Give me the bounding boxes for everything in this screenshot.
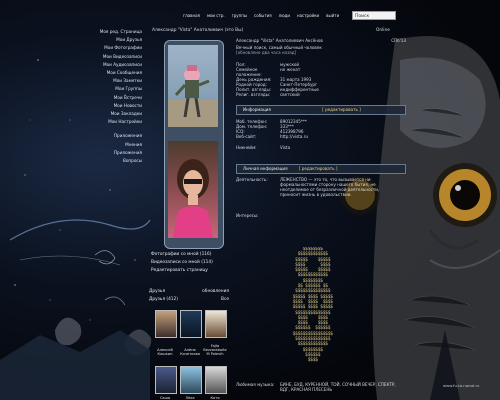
music-label: Любимая музыка:	[236, 382, 275, 387]
footer-watermark: www.fu-ta.narod.ru	[443, 383, 480, 388]
videos-with-me-link[interactable]: Видеозаписи со мной (114)	[151, 259, 213, 267]
sidebar-item-audio[interactable]: Мои Аудиозаписи	[90, 61, 142, 69]
nav-events[interactable]: события	[254, 13, 272, 18]
sidebar-item-meetings[interactable]: Мои Встречи	[90, 94, 142, 102]
info-label: Никнейм:	[236, 145, 257, 150]
info-value: Vista	[280, 145, 291, 150]
nav-settings[interactable]: настройки	[297, 13, 319, 18]
sidebar-item-photos[interactable]: Мои Фотографии	[90, 44, 142, 52]
personal-info-title: Личная информация	[243, 166, 288, 171]
nav-groups[interactable]: группы	[232, 13, 247, 18]
sidebar-item-messages[interactable]: Мои Сообщения	[90, 69, 142, 77]
profile-header-name: Александр "Vista" Анатолиевич (это Вы)	[152, 28, 244, 33]
profile-status-updated: [обновлено два часа назад]	[236, 50, 297, 55]
friend-name[interactable]: Катя	[202, 396, 228, 400]
sidebar-item-apps-2[interactable]: Приложения	[90, 149, 142, 157]
friend-name[interactable]: Лёха	[177, 396, 203, 400]
nav-people[interactable]: люди	[279, 13, 290, 18]
friends-all-link[interactable]: Все	[221, 297, 229, 302]
info-value: не женат	[280, 67, 301, 72]
friend-name[interactable]: Fajla Bezzaraboite M Polevih	[202, 344, 228, 356]
contact-info-title: Информация	[243, 107, 271, 112]
friend-name[interactable]: Алёна Кочеткова	[177, 348, 203, 356]
activity-text: ЛЕЖЕНСТВО — это то, что вызывается ни фо…	[280, 177, 380, 197]
nav-logout[interactable]: выйти	[326, 13, 339, 18]
sidebar-item-apps[interactable]: Приложения	[90, 132, 142, 140]
contact-info-header: Информация [ редактировать ]	[236, 105, 406, 115]
personal-info-header: Личная информация [ редактировать ]	[236, 164, 406, 174]
friend-avatar[interactable]	[205, 366, 227, 394]
friends-header: Друзья обновления Друзья (412) Все	[149, 289, 229, 302]
activity-label: Деятельность:	[236, 177, 268, 182]
sidebar-item-settings[interactable]: Мои Настройки	[90, 118, 142, 126]
friends-updates-link[interactable]: обновления	[202, 289, 229, 294]
profile-name: Александр "Vista" Анатолиевич Аксёнов	[236, 38, 323, 43]
friend-name[interactable]: Алексей Кошкин	[152, 348, 178, 356]
sidebar-item-news[interactable]: Мои Новости	[90, 102, 142, 110]
profile-photo-1[interactable]	[168, 45, 218, 127]
music-text: БИНЕ, БУД, КУРЕННОЙ, ТОЙ, СОЧНЫЙ ВЕЧЕР, …	[280, 382, 396, 392]
nav-my-page[interactable]: мои стр.	[207, 13, 225, 18]
friend-avatar[interactable]	[155, 310, 177, 338]
music-info: Любимая музыка: БИНЕ, БУД, КУРЕННОЙ, ТОЙ…	[236, 382, 406, 392]
friend-avatar[interactable]	[180, 310, 202, 338]
profile-links: Фотографии со мной (116) Видеозаписи со …	[151, 251, 213, 275]
sidebar-item-friends[interactable]: Мои Друзья	[90, 36, 142, 44]
edit-contact-link[interactable]: [ редактировать ]	[322, 107, 361, 112]
sidebar-menu: Моя ред. Страница Мои Друзья Мои Фотогра…	[90, 28, 142, 165]
sidebar-item-bookmarks[interactable]: Мои Закладки	[90, 110, 142, 118]
top-nav: главная мои стр. группы события люди нас…	[183, 13, 339, 18]
nav-home[interactable]: главная	[183, 13, 200, 18]
sidebar-item-my-page[interactable]: Моя ред. Страница	[90, 28, 142, 36]
friend-name[interactable]: Саша	[152, 396, 178, 400]
contact-info: Моб. телефон: 89012345*** Дом. телефон: 33…	[236, 119, 406, 150]
sidebar-item-questions[interactable]: Вопросы	[90, 157, 142, 165]
friends-title[interactable]: Друзья	[149, 289, 165, 294]
interests-ascii-art: $$$$$$$$ $$$$$$$$$$$$ $$$$$ $$$$$ $$$$ $…	[292, 247, 334, 364]
friend-avatar[interactable]	[155, 366, 177, 394]
info-label: Веб-сайт:	[236, 134, 257, 139]
profile-photo-2[interactable]	[168, 141, 218, 238]
sidebar-item-groups[interactable]: Мои Группы	[90, 85, 142, 93]
interests-label: Интересы:	[236, 213, 259, 218]
edit-personal-link[interactable]: [ редактировать ]	[299, 166, 338, 171]
basic-info: Пол: мужской Семейное положение: не женат …	[236, 62, 406, 97]
website-link[interactable]: http://vista.ru	[280, 134, 308, 139]
info-label: Религ. взгляды:	[236, 92, 271, 97]
sidebar-item-videos[interactable]: Мои Видеозаписи	[90, 53, 142, 61]
info-value[interactable]: светский	[280, 92, 300, 97]
online-status: Online	[376, 28, 390, 33]
profile-rank: СПб'13	[391, 38, 406, 43]
photos-with-me-link[interactable]: Фотографии со мной (116)	[151, 251, 213, 259]
friend-avatar[interactable]	[205, 310, 227, 338]
profile-info: Александр "Vista" Анатолиевич Аксёнов СП…	[236, 38, 406, 218]
edit-page-link[interactable]: Редактировать страницу	[151, 267, 213, 275]
sidebar-item-notes[interactable]: Мои Заметки	[90, 77, 142, 85]
search-input[interactable]: Поиск	[352, 11, 396, 20]
friends-count[interactable]: Друзья (412)	[149, 297, 178, 302]
info-label: Семейное положение:	[236, 67, 262, 77]
sidebar-item-opinions[interactable]: Мнения	[90, 141, 142, 149]
friend-avatar[interactable]	[180, 366, 202, 394]
